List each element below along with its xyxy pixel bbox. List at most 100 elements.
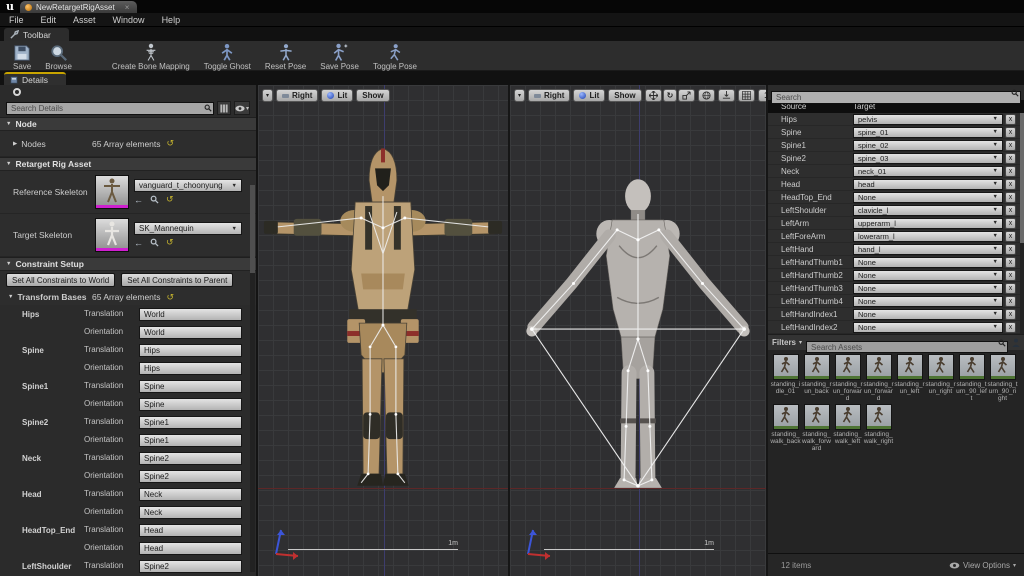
translation-dropdown[interactable]: Spine2 [139,451,242,465]
details-tab[interactable]: Details [4,72,66,85]
translation-dropdown[interactable]: Neck [139,487,242,501]
filters-button[interactable]: Filters ▾ [772,338,802,347]
toggle-ghost-button[interactable]: Toggle Ghost [197,41,258,71]
coordinate-system-button[interactable] [698,89,716,102]
target-bone-dropdown[interactable]: spine_01 ▼ [853,126,1003,138]
animation-asset-item[interactable]: standing_walk_back [770,404,801,452]
animation-asset-item[interactable]: standing_run_forward [832,354,863,402]
orientation-dropdown[interactable]: Head [139,541,242,555]
grid-snap-value-button[interactable]: 10 [758,89,766,102]
target-bone-dropdown[interactable]: spine_03 ▼ [853,152,1003,164]
target-viewport[interactable]: ▾ Right Lit Show ↻ 10 △ 10° [510,85,768,576]
view-filter-button[interactable]: ▾ [233,101,250,115]
clear-mapping-button[interactable]: x [1005,139,1016,151]
person-filter-icon[interactable] [1012,338,1020,348]
clear-mapping-button[interactable]: x [1005,204,1016,216]
show-menu-button[interactable]: Show [608,89,642,102]
details-search-input[interactable] [6,101,214,115]
expander-icon[interactable]: ▶ [13,141,17,147]
reset-to-default-icon[interactable]: ↺ [166,194,174,205]
menu-window[interactable]: Window [113,15,145,25]
animation-asset-item[interactable]: standing_run_left [894,354,925,402]
clear-mapping-button[interactable]: x [1005,217,1016,229]
target-bone-dropdown[interactable]: neck_01 ▼ [853,165,1003,177]
target-bone-dropdown[interactable]: None ▼ [853,269,1003,281]
target-bone-dropdown[interactable]: pelvis ▼ [853,113,1003,125]
save-button[interactable]: Save [6,41,38,71]
clear-mapping-button[interactable]: x [1005,230,1016,242]
target-skeleton-dropdown[interactable]: SK_Mannequin ▼ [134,222,242,235]
animation-asset-item[interactable]: standing_idle_01 [770,354,801,402]
animation-asset-item[interactable]: standing_run_forward [863,354,894,402]
scale-tool-button[interactable] [678,89,696,102]
save-pose-button[interactable]: Save Pose [313,41,366,71]
orientation-dropdown[interactable]: Spine1 [139,433,242,447]
animation-asset-item[interactable]: standing_walk_right [863,404,894,452]
details-scrollbar[interactable] [250,185,255,572]
menu-help[interactable]: Help [162,15,181,25]
clear-mapping-button[interactable]: x [1005,282,1016,294]
orientation-dropdown[interactable]: Spine [139,397,242,411]
clear-mapping-button[interactable]: x [1005,269,1016,281]
animation-asset-item[interactable]: standing_walk_left [832,404,863,452]
scrollbar-thumb[interactable] [250,185,255,273]
orientation-dropdown[interactable]: World [139,325,242,339]
orientation-dropdown[interactable]: Hips [139,361,242,375]
animation-asset-item[interactable]: standing_walk_forward [801,404,832,452]
shading-mode-button[interactable]: Lit [321,89,354,102]
surface-snap-button[interactable] [718,89,736,102]
animation-asset-item[interactable]: standing_run_right [925,354,956,402]
toggle-pose-button[interactable]: Toggle Pose [366,41,424,71]
animation-asset-item[interactable]: standing_run_back [801,354,832,402]
animation-asset-item[interactable]: standing_turn_90_right [987,354,1018,402]
translation-dropdown[interactable]: Hips [139,343,242,357]
expander-icon[interactable]: ▼ [8,294,13,300]
reset-to-default-icon[interactable]: ↺ [167,138,175,149]
translate-tool-button[interactable] [644,89,662,102]
target-bone-dropdown[interactable]: spine_02 ▼ [853,139,1003,151]
source-viewport[interactable]: ▾ Right Lit Show 1m [258,85,510,576]
reset-to-default-icon[interactable]: ↺ [166,237,174,248]
orientation-dropdown[interactable]: Spine2 [139,469,242,483]
translation-dropdown[interactable]: Spine1 [139,415,242,429]
create-bone-mapping-button[interactable]: Create Bone Mapping [105,41,197,71]
section-header-constraint-setup[interactable]: ▼ Constraint Setup [0,257,256,271]
section-header-node[interactable]: ▼ Node [0,117,256,131]
reset-pose-button[interactable]: Reset Pose [258,41,313,71]
translation-dropdown[interactable]: Head [139,523,242,537]
animation-asset-item[interactable]: standing_turn_90_left [956,354,987,402]
reference-skeleton-thumbnail[interactable] [95,175,129,209]
clear-mapping-button[interactable]: x [1005,256,1016,268]
close-icon[interactable]: × [125,3,130,12]
clear-mapping-button[interactable]: x [1005,191,1016,203]
browse-button[interactable]: Browse [38,41,79,71]
menu-asset[interactable]: Asset [73,15,96,25]
target-bone-dropdown[interactable]: None ▼ [853,321,1003,333]
menu-file[interactable]: File [9,15,24,25]
clear-mapping-button[interactable]: x [1005,165,1016,177]
menu-edit[interactable]: Edit [41,15,57,25]
view-options-button[interactable]: View Options ▾ [949,561,1016,570]
circle-icon[interactable] [13,88,21,96]
clear-mapping-button[interactable]: x [1005,308,1016,320]
reference-skeleton-dropdown[interactable]: vanguard_t_choonyung ▼ [134,179,242,192]
clear-mapping-button[interactable]: x [1005,178,1016,190]
toolbar-tab[interactable]: Toolbar [4,28,69,41]
scrollbar-thumb[interactable] [1020,113,1024,243]
column-settings-button[interactable] [216,101,231,115]
target-skeleton-thumbnail[interactable] [95,218,129,252]
orientation-dropdown[interactable]: Neck [139,505,242,519]
target-bone-dropdown[interactable]: None ▼ [853,191,1003,203]
target-bone-dropdown[interactable]: None ▼ [853,282,1003,294]
vanguard-character[interactable] [258,85,508,571]
translation-dropdown[interactable]: World [139,307,242,321]
set-constraints-world-button[interactable]: Set All Constraints to World [6,273,116,287]
translation-dropdown[interactable]: Spine [139,379,242,393]
clear-mapping-button[interactable]: x [1005,126,1016,138]
view-mode-button[interactable]: Right [276,89,319,102]
use-selected-icon[interactable]: ← [134,238,143,248]
mapping-search-input[interactable] [771,91,1021,104]
translation-dropdown[interactable]: Spine2 [139,559,242,573]
clear-mapping-button[interactable]: x [1005,243,1016,255]
reset-to-default-icon[interactable]: ↺ [167,292,175,303]
